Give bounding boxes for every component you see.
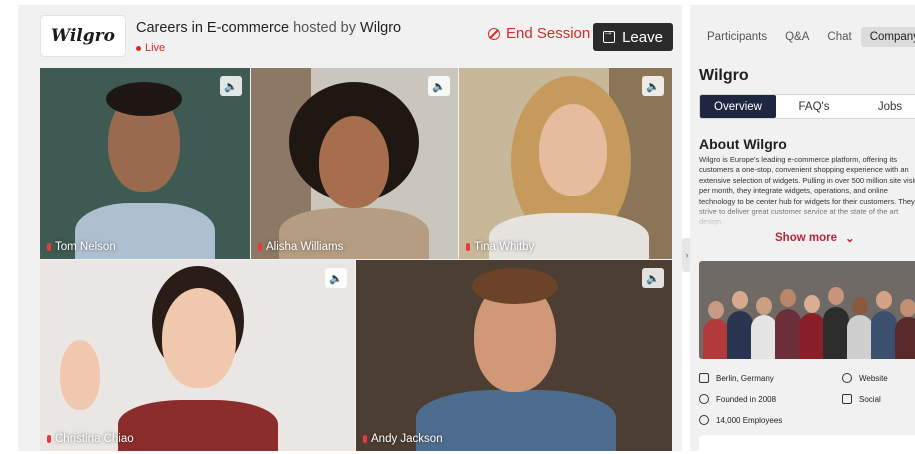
subtab-faqs[interactable]: FAQ's bbox=[776, 95, 852, 118]
muted-mic-icon bbox=[363, 435, 367, 443]
website-link[interactable]: Website bbox=[842, 373, 888, 383]
about-title: About Wilgro bbox=[699, 136, 787, 152]
social-icon bbox=[842, 394, 852, 404]
event-title-hosted: hosted by bbox=[289, 20, 361, 36]
people-icon bbox=[699, 415, 709, 425]
badge-icon bbox=[699, 394, 709, 404]
fact-location: Berlin, Germany bbox=[699, 373, 774, 383]
building-icon bbox=[699, 373, 709, 383]
video-tile[interactable]: 🔈 Christina Chiao bbox=[40, 260, 355, 451]
chevron-down-icon: ⌄ bbox=[844, 233, 855, 245]
end-session-label: End Session bbox=[506, 25, 591, 42]
session-header: Wilgro Careers in E-commerce hosted by W… bbox=[18, 5, 682, 65]
end-session-button[interactable]: End Session bbox=[488, 25, 590, 42]
fact-founded: Founded in 2008 bbox=[699, 394, 776, 404]
live-indicator: Live bbox=[136, 42, 165, 54]
app-window: Wilgro Careers in E-commerce hosted by W… bbox=[0, 0, 915, 454]
tab-participants[interactable]: Participants bbox=[698, 27, 776, 47]
participant-name: Tina Whitby bbox=[466, 241, 534, 253]
sidebar-panel: Participants Q&A Chat Company Wilgro Ove… bbox=[690, 5, 915, 451]
event-title: Careers in E-commerce hosted by Wilgro bbox=[136, 20, 401, 36]
muted-mic-icon bbox=[466, 243, 470, 251]
stop-icon bbox=[488, 27, 500, 40]
participant-name: Tom Nelson bbox=[47, 241, 116, 253]
tab-qa[interactable]: Q&A bbox=[776, 27, 818, 47]
video-session-area: Wilgro Careers in E-commerce hosted by W… bbox=[18, 5, 682, 451]
company-logo: Wilgro bbox=[40, 15, 126, 57]
live-dot-icon bbox=[136, 45, 141, 51]
team-photo bbox=[699, 261, 915, 359]
speaker-icon[interactable]: 🔈 bbox=[642, 268, 664, 288]
show-more-button[interactable]: Show more ⌄ bbox=[775, 231, 855, 245]
participant-name: Christina Chiao bbox=[47, 433, 134, 445]
video-tile[interactable]: 🔈 Alisha Williams bbox=[251, 68, 458, 259]
tab-company[interactable]: Company bbox=[860, 27, 915, 47]
subtab-jobs[interactable]: Jobs bbox=[852, 95, 915, 118]
globe-icon bbox=[842, 373, 852, 383]
participant-name: Alisha Williams bbox=[258, 241, 343, 253]
event-title-main: Careers in E-commerce bbox=[136, 20, 290, 36]
company-name: Wilgro bbox=[699, 67, 749, 84]
video-tile[interactable]: 🔈 Andy Jackson bbox=[356, 260, 672, 451]
chevron-right-icon: › bbox=[685, 250, 689, 260]
leave-button[interactable]: Leave bbox=[593, 23, 673, 51]
video-grid: 🔈 Tom Nelson 🔈 Alisha Williams 🔈 Tina Wh… bbox=[40, 68, 672, 451]
muted-mic-icon bbox=[258, 243, 262, 251]
bottom-card bbox=[699, 435, 915, 451]
social-link[interactable]: Social bbox=[842, 394, 881, 404]
speaker-icon[interactable]: 🔈 bbox=[642, 76, 664, 96]
video-tile[interactable]: 🔈 Tina Whitby bbox=[459, 68, 672, 259]
event-title-host: Wilgro bbox=[360, 20, 402, 36]
speaker-icon[interactable]: 🔈 bbox=[220, 76, 242, 96]
sidebar-tabs: Participants Q&A Chat Company bbox=[698, 25, 915, 49]
show-more-label: Show more bbox=[775, 232, 837, 244]
live-label: Live bbox=[145, 42, 166, 54]
muted-mic-icon bbox=[47, 435, 51, 443]
subtab-overview[interactable]: Overview bbox=[700, 95, 776, 118]
fact-employees: 14,000 Employees bbox=[699, 415, 782, 425]
speaker-icon[interactable]: 🔈 bbox=[325, 268, 347, 288]
tab-chat[interactable]: Chat bbox=[818, 27, 860, 47]
leave-label: Leave bbox=[622, 28, 663, 46]
exit-icon bbox=[603, 27, 616, 43]
participant-name: Andy Jackson bbox=[363, 433, 443, 445]
speaker-icon[interactable]: 🔈 bbox=[428, 76, 450, 96]
company-subtabs: Overview FAQ's Jobs bbox=[699, 94, 915, 119]
muted-mic-icon bbox=[47, 243, 51, 251]
video-tile[interactable]: 🔈 Tom Nelson bbox=[40, 68, 250, 259]
